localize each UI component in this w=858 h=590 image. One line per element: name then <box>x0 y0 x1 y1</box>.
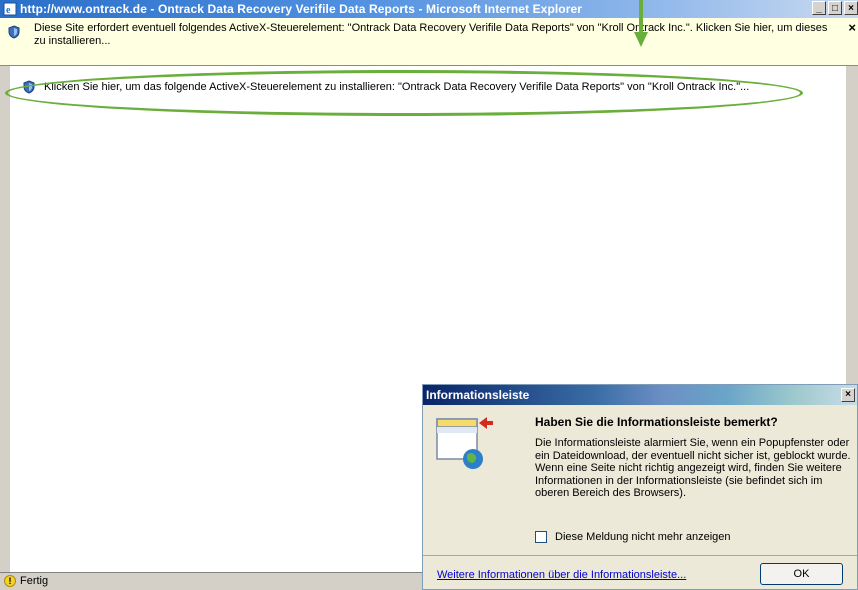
annotation-arrow-icon <box>634 0 648 47</box>
more-info-link[interactable]: Weitere Informationen über die Informati… <box>437 569 686 581</box>
svg-text:e: e <box>6 5 11 16</box>
infobar-close-icon[interactable]: × <box>848 20 856 35</box>
dont-show-again-checkbox[interactable] <box>535 531 547 543</box>
dialog-heading: Haben Sie die Informationsleiste bemerkt… <box>535 415 778 429</box>
dont-show-again-option[interactable]: Diese Meldung nicht mehr anzeigen <box>535 531 731 543</box>
dont-show-again-label[interactable]: Diese Meldung nicht mehr anzeigen <box>555 531 731 543</box>
minimize-button[interactable]: _ <box>812 1 826 15</box>
status-text: Fertig <box>20 575 49 587</box>
window-controls: _ □ × <box>810 1 858 15</box>
window-title: http://www.ontrack.de - Ontrack Data Rec… <box>20 2 583 16</box>
shield-icon <box>8 25 20 39</box>
ie-icon: e <box>3 2 17 16</box>
information-bar-text: Diese Site erfordert eventuell folgendes… <box>34 22 828 47</box>
dialog-divider <box>423 555 857 556</box>
maximize-button[interactable]: □ <box>828 1 842 15</box>
information-bar-dialog: Informationsleiste × Haben Sie die Infor… <box>422 384 858 590</box>
warning-icon: ! <box>4 575 16 587</box>
information-bar[interactable]: Diese Site erfordert eventuell folgendes… <box>0 18 858 66</box>
dialog-title: Informationsleiste <box>426 388 530 402</box>
window-titlebar[interactable]: e http://www.ontrack.de - Ontrack Data R… <box>0 0 858 18</box>
browser-window-icon <box>436 417 493 469</box>
annotation-ellipse <box>5 70 803 116</box>
dialog-body: Die Informationsleiste alarmiert Sie, we… <box>535 437 851 499</box>
dialog-close-button[interactable]: × <box>841 388 855 402</box>
ok-button[interactable]: OK <box>760 563 843 585</box>
dialog-titlebar[interactable]: Informationsleiste × <box>423 385 857 405</box>
close-button[interactable]: × <box>844 1 858 15</box>
